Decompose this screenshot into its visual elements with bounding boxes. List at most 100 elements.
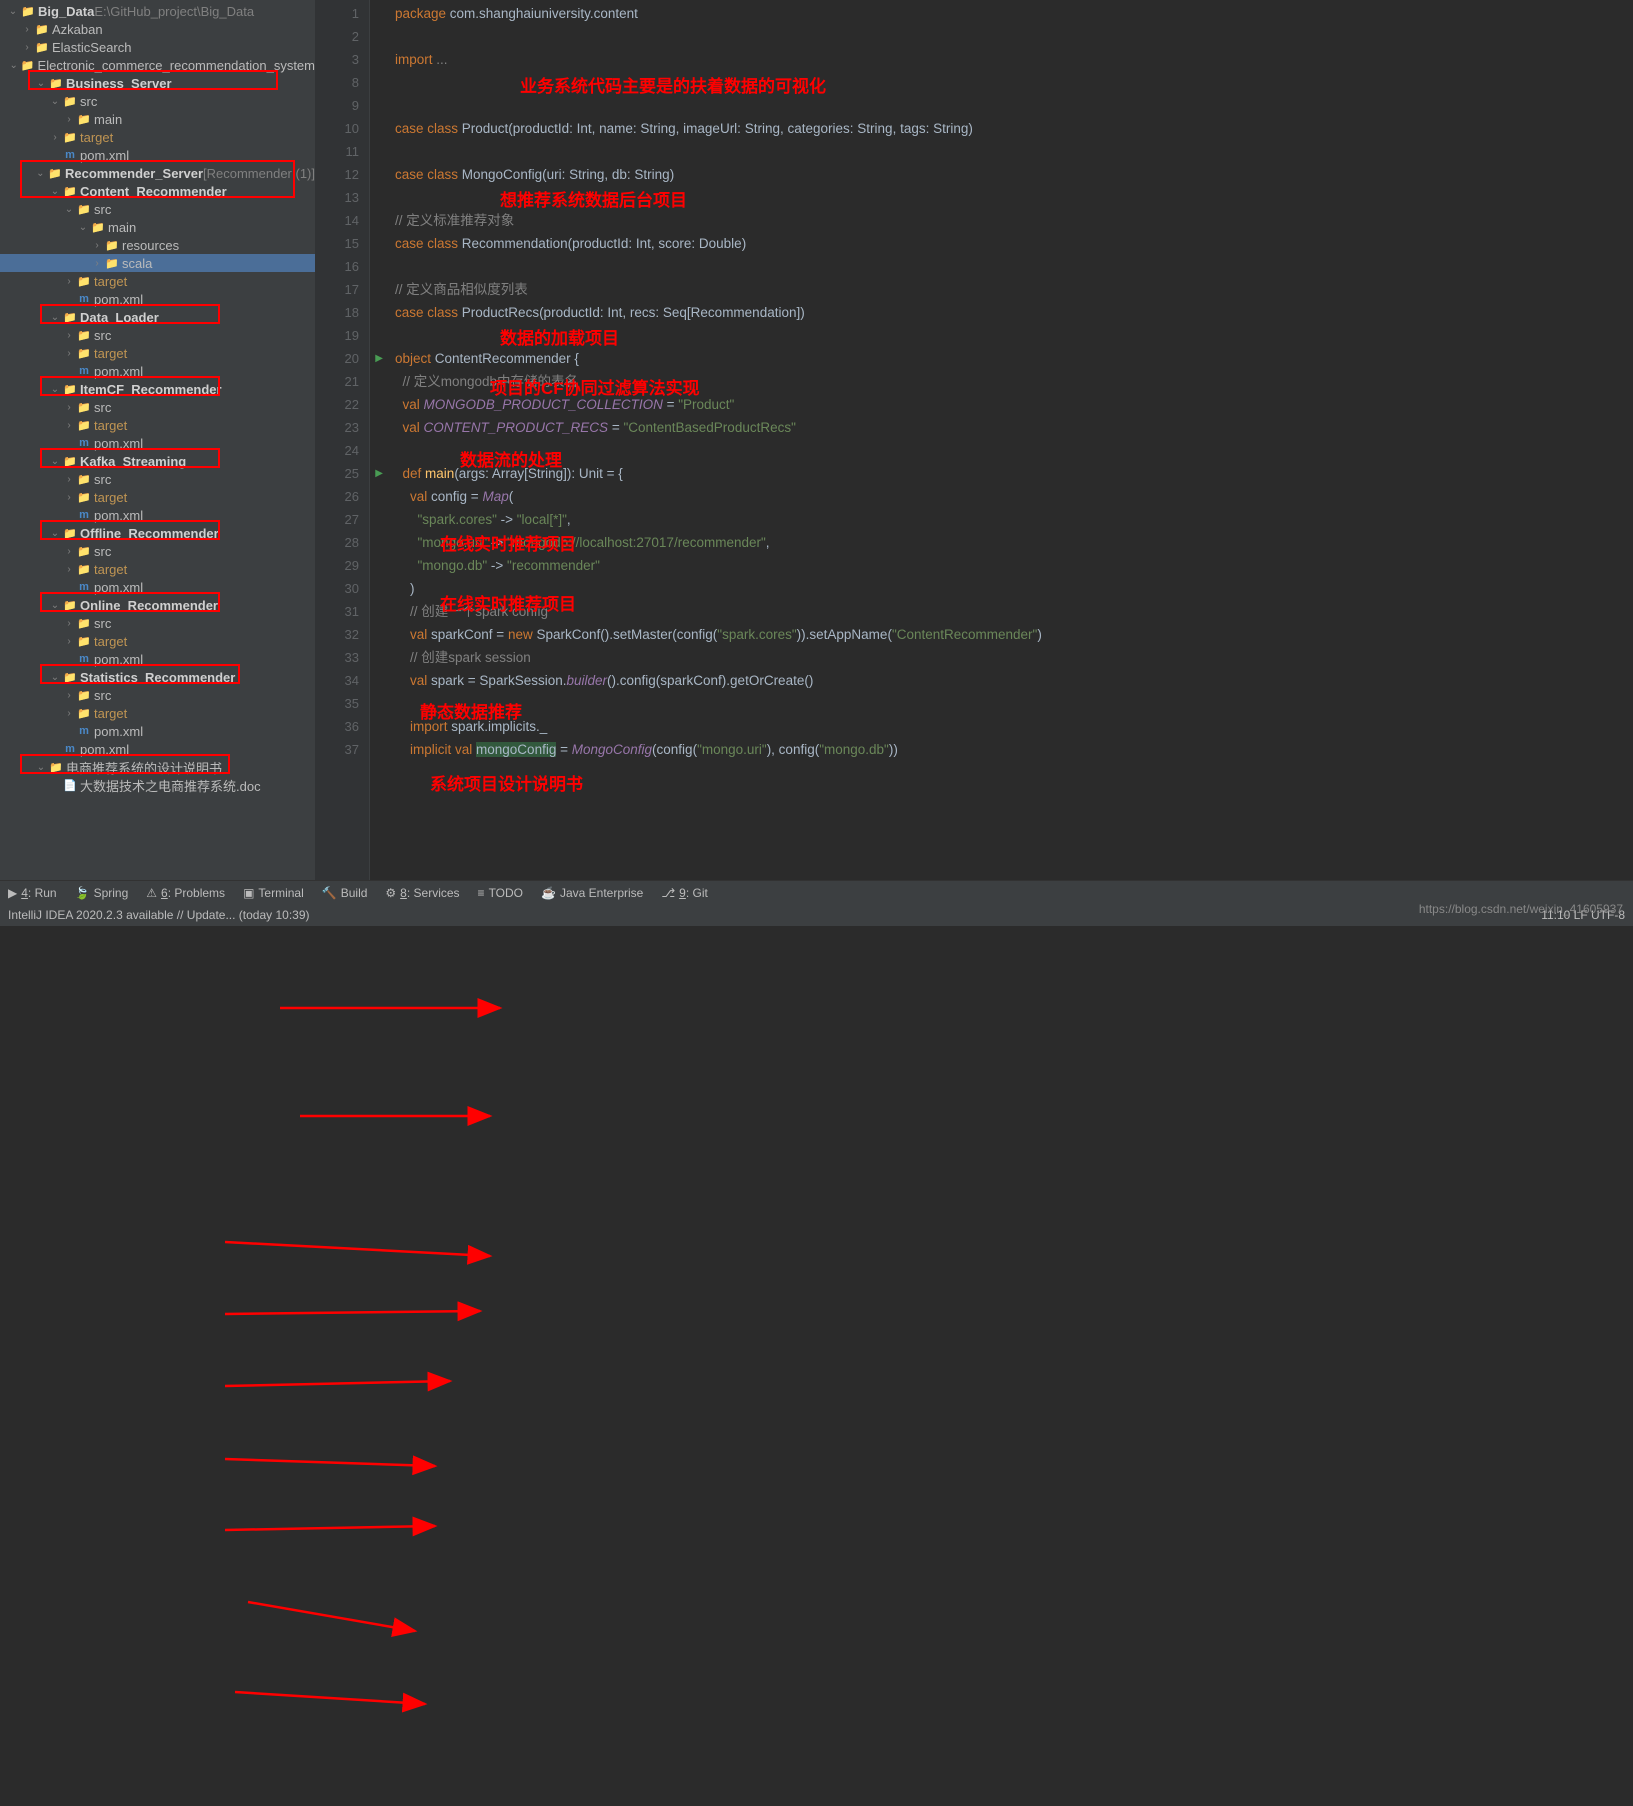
tree-arrow-icon[interactable]: › (64, 402, 74, 413)
tree-arrow-icon[interactable]: › (64, 636, 74, 647)
tree-arrow-icon[interactable]: › (64, 114, 74, 125)
tree-arrow-icon[interactable]: › (64, 564, 74, 575)
code-editor[interactable]: 123891011121314151617181920▶2122232425▶2… (315, 0, 1633, 880)
tree-label: src (94, 688, 111, 703)
tree-arrow-icon[interactable]: ⌄ (50, 186, 60, 197)
tree-item[interactable]: mpom.xml (0, 740, 315, 758)
tree-arrow-icon[interactable]: ⌄ (36, 78, 46, 89)
tree-item[interactable]: ⌄📁Business_Server (0, 74, 315, 92)
tree-item[interactable]: ⌄📁Big_Data E:\GitHub_project\Big_Data (0, 2, 315, 20)
tree-item[interactable]: ›📁src (0, 686, 315, 704)
tree-item[interactable]: ⌄📁Data_Loader (0, 308, 315, 326)
tree-item[interactable]: ›📁resources (0, 236, 315, 254)
tree-item[interactable]: ⌄📁main (0, 218, 315, 236)
tree-arrow-icon[interactable]: › (64, 708, 74, 719)
folder-icon: 📁 (105, 256, 119, 270)
tree-item[interactable]: ›📁target (0, 704, 315, 722)
tree-item[interactable]: ›📁src (0, 542, 315, 560)
tool-window-bar[interactable]: ▶4: Run 🍃Spring ⚠6: Problems ▣Terminal 🔨Buil… (0, 880, 1633, 904)
project-tree[interactable]: ⌄📁Big_Data E:\GitHub_project\Big_Data›📁A… (0, 0, 315, 880)
tool-window-button[interactable]: ▶4: Run (8, 886, 57, 900)
tree-item[interactable]: mpom.xml (0, 506, 315, 524)
tree-arrow-icon[interactable]: › (22, 24, 32, 35)
tree-arrow-icon[interactable]: ⌄ (50, 600, 60, 611)
tree-arrow-icon[interactable]: › (64, 690, 74, 701)
tree-item[interactable]: ⌄📁src (0, 200, 315, 218)
tool-window-button[interactable]: ⎇9: Git (661, 886, 708, 900)
tree-item[interactable]: mpom.xml (0, 146, 315, 164)
tree-item[interactable]: ›📁target (0, 632, 315, 650)
tree-arrow-icon[interactable]: ⌄ (50, 312, 60, 323)
code-area[interactable]: package com.shanghaiuniversity.contentim… (370, 0, 1633, 880)
tree-arrow-icon[interactable]: ⌄ (50, 528, 60, 539)
line-number: 21 (315, 370, 369, 393)
tree-arrow-icon[interactable]: › (64, 492, 74, 503)
tool-window-button[interactable]: 🔨Build (322, 886, 368, 900)
tree-item[interactable]: mpom.xml (0, 290, 315, 308)
status-left[interactable]: IntelliJ IDEA 2020.2.3 available // Upda… (8, 908, 310, 922)
tree-arrow-icon[interactable]: › (92, 258, 102, 269)
folder-icon: 📁 (77, 346, 91, 360)
tree-arrow-icon[interactable]: › (64, 348, 74, 359)
tree-item[interactable]: ›📁src (0, 398, 315, 416)
tree-item[interactable]: ⌄📁Kafka_Streaming (0, 452, 315, 470)
tree-item[interactable]: ⌄📁ItemCF_Recommender (0, 380, 315, 398)
tree-item[interactable]: ⌄📁Electronic_commerce_recommendation_sys… (0, 56, 315, 74)
tree-arrow-icon[interactable]: › (64, 474, 74, 485)
tree-item[interactable]: ⌄📁Statistics_Recommender (0, 668, 315, 686)
tree-arrow-icon[interactable]: › (64, 330, 74, 341)
tree-item[interactable]: ›📁src (0, 326, 315, 344)
tree-arrow-icon[interactable]: › (64, 420, 74, 431)
tree-item[interactable]: ›📁target (0, 344, 315, 362)
tree-item[interactable]: 📄大数据技术之电商推荐系统.doc (0, 776, 315, 794)
tree-item[interactable]: ⌄📁电商推荐系统的设计说明书 (0, 758, 315, 776)
tree-item[interactable]: mpom.xml (0, 722, 315, 740)
tree-arrow-icon[interactable]: ⌄ (8, 6, 18, 17)
tree-arrow-icon[interactable]: › (64, 276, 74, 287)
tree-item[interactable]: ›📁src (0, 614, 315, 632)
tree-arrow-icon[interactable]: › (50, 132, 60, 143)
tree-item[interactable]: ⌄📁Offline_Recommender (0, 524, 315, 542)
tree-arrow-icon[interactable]: ⌄ (64, 204, 74, 215)
tree-item[interactable]: ›📁src (0, 470, 315, 488)
tree-item[interactable]: ›📁target (0, 128, 315, 146)
tree-arrow-icon[interactable]: › (64, 546, 74, 557)
tree-item[interactable]: ›📁target (0, 488, 315, 506)
tree-item[interactable]: mpom.xml (0, 434, 315, 452)
tool-window-button[interactable]: 🍃Spring (75, 886, 129, 900)
tree-arrow-icon[interactable]: ⌄ (36, 762, 46, 773)
tree-item[interactable]: ›📁target (0, 416, 315, 434)
tree-item[interactable]: ⌄📁src (0, 92, 315, 110)
tree-item[interactable]: mpom.xml (0, 362, 315, 380)
tool-window-button[interactable]: ⚠6: Problems (146, 886, 225, 900)
folder-icon: 📁 (77, 490, 91, 504)
tree-arrow-icon[interactable]: ⌄ (50, 456, 60, 467)
tree-item[interactable]: ⌄📁Recommender_Server [Recommender (1)] (0, 164, 315, 182)
tree-item[interactable]: ›📁Azkaban (0, 20, 315, 38)
tree-item[interactable]: ›📁main (0, 110, 315, 128)
tree-item[interactable]: ⌄📁Content_Recommender (0, 182, 315, 200)
tree-arrow-icon[interactable]: ⌄ (50, 96, 60, 107)
tree-arrow-icon[interactable]: › (92, 240, 102, 251)
tool-icon: ▣ (243, 886, 254, 900)
tree-arrow-icon[interactable]: ⌄ (78, 222, 88, 233)
tool-window-button[interactable]: ⚙8: Services (385, 886, 459, 900)
tree-item[interactable]: ›📁target (0, 560, 315, 578)
tree-label: Data_Loader (80, 310, 159, 325)
tree-item[interactable]: ›📁target (0, 272, 315, 290)
tree-arrow-icon[interactable]: › (64, 618, 74, 629)
tool-window-button[interactable]: ☕Java Enterprise (541, 886, 643, 900)
tree-item[interactable]: mpom.xml (0, 650, 315, 668)
tree-label: Offline_Recommender (80, 526, 219, 541)
tree-arrow-icon[interactable]: › (22, 42, 32, 53)
tree-arrow-icon[interactable]: ⌄ (50, 672, 60, 683)
tree-arrow-icon[interactable]: ⌄ (9, 60, 17, 71)
tool-window-button[interactable]: ≡TODO (478, 886, 523, 900)
tree-item[interactable]: ›📁scala (0, 254, 315, 272)
tree-arrow-icon[interactable]: ⌄ (35, 168, 45, 179)
tool-window-button[interactable]: ▣Terminal (243, 886, 304, 900)
tree-item[interactable]: ›📁ElasticSearch (0, 38, 315, 56)
tree-arrow-icon[interactable]: ⌄ (50, 384, 60, 395)
tree-item[interactable]: ⌄📁Online_Recommender (0, 596, 315, 614)
tree-item[interactable]: mpom.xml (0, 578, 315, 596)
